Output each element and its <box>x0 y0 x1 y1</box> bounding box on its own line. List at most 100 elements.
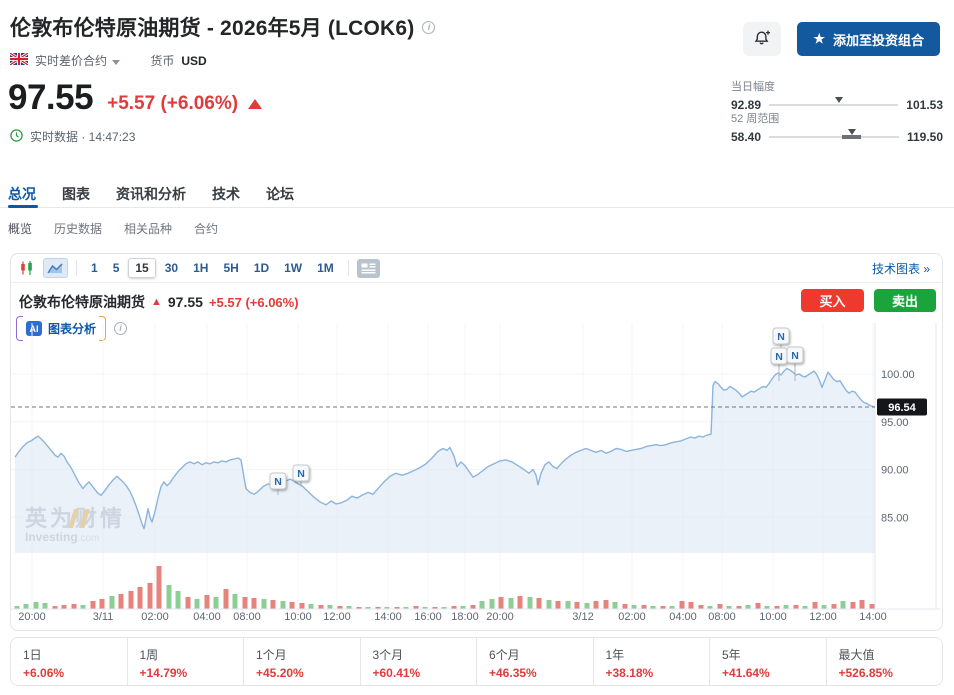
perf-cell-1w: 1周 +14.79% <box>127 638 244 685</box>
chart-toolbar: 1 5 15 30 1H 5H 1D 1W 1M <box>11 254 942 283</box>
interval-15[interactable]: 15 <box>128 258 155 278</box>
svg-text:10:00: 10:00 <box>284 611 312 623</box>
volume-bars <box>15 566 875 609</box>
technical-chart-link[interactable]: 技术图表 » <box>872 260 934 277</box>
week52-range-label: 52 周范围 <box>731 110 943 126</box>
x-axis-labels: 20:003/1102:0004:0008:0010:0012:0014:001… <box>18 611 887 623</box>
price-chart[interactable]: 英为财情Investing.com100.0095.0090.0085.0096… <box>11 323 942 631</box>
sub-tabs: 概览 历史数据 相关品种 合约 <box>8 220 218 237</box>
svg-text:100.00: 100.00 <box>881 369 915 381</box>
svg-text:90.00: 90.00 <box>881 465 909 477</box>
subtab-historical-data[interactable]: 历史数据 <box>54 220 102 237</box>
alert-bell-button[interactable] <box>743 22 781 56</box>
svg-text:20:00: 20:00 <box>486 611 514 623</box>
interval-1m[interactable]: 1M <box>311 259 340 277</box>
news-marker[interactable]: N <box>293 465 309 481</box>
subtab-summary[interactable]: 概览 <box>8 220 32 237</box>
title-info-icon[interactable]: i <box>422 21 435 34</box>
status-row: 实时数据 · 14:47:23 <box>10 128 135 145</box>
news-marker[interactable]: N <box>771 348 787 364</box>
interval-1d[interactable]: 1D <box>248 259 275 277</box>
tab-forum[interactable]: 论坛 <box>266 184 294 204</box>
last-price: 97.55 <box>8 78 93 118</box>
perf-cell-1y: 1年 +38.18% <box>593 638 710 685</box>
week52-range-block: 52 周范围 58.40 119.50 <box>731 110 943 144</box>
instrument-type-label: 实时差价合约 <box>35 54 107 68</box>
interval-1w[interactable]: 1W <box>278 259 308 277</box>
news-marker[interactable]: N <box>787 347 803 363</box>
perf-cell-1m: 1个月 +45.20% <box>243 638 360 685</box>
sell-button[interactable]: 卖出 <box>874 289 936 312</box>
interval-selector: 1 5 15 30 1H 5H 1D 1W 1M <box>85 258 340 278</box>
day-range-label: 当日幅度 <box>731 78 943 94</box>
chevron-down-icon <box>112 60 120 65</box>
add-to-portfolio-button[interactable]: ★ 添加至投资组合 <box>797 22 940 56</box>
clock-icon <box>10 129 23 145</box>
svg-text:08:00: 08:00 <box>708 611 736 623</box>
page-title: 伦敦布伦特原油期货 - 2026年5月 (LCOK6) <box>10 12 414 42</box>
candlestick-chart-icon[interactable] <box>19 260 35 276</box>
svg-text:N: N <box>791 350 799 362</box>
perf-cell-5y: 5年 +41.64% <box>709 638 826 685</box>
star-icon: ★ <box>813 31 825 47</box>
svg-text:3/12: 3/12 <box>572 611 593 623</box>
area-chart-icon[interactable] <box>43 258 68 278</box>
svg-text:12:00: 12:00 <box>809 611 837 623</box>
interval-1[interactable]: 1 <box>85 259 104 277</box>
day-range-block: 当日幅度 92.89 101.53 <box>731 78 943 112</box>
subtab-contracts[interactable]: 合约 <box>194 220 218 237</box>
interval-30[interactable]: 30 <box>159 259 184 277</box>
svg-text:N: N <box>777 331 785 343</box>
svg-text:08:00: 08:00 <box>233 611 261 623</box>
chart-card: 1 5 15 30 1H 5H 1D 1W 1M <box>10 253 943 631</box>
quote-page: 伦敦布伦特原油期货 - 2026年5月 (LCOK6) i ★ 添加至投资组合 <box>0 0 954 695</box>
svg-text:04:00: 04:00 <box>669 611 697 623</box>
currency-label: 货币 <box>150 52 174 69</box>
svg-text:N: N <box>274 476 282 488</box>
performance-strip: 1日 +6.06% 1周 +14.79% 1个月 +45.20% 3个月 +60… <box>10 637 943 686</box>
day-range-marker-icon <box>835 97 843 103</box>
week52-range-marker-icon <box>848 129 856 135</box>
tab-news-analysis[interactable]: 资讯和分析 <box>116 184 186 204</box>
perf-cell-max: 最大值 +526.85% <box>826 638 943 685</box>
y-axis-labels: 100.0095.0090.0085.00 <box>881 369 915 524</box>
chart-price: 97.55 <box>168 294 203 310</box>
svg-text:N: N <box>775 351 783 363</box>
svg-text:02:00: 02:00 <box>618 611 646 623</box>
toolbar-divider <box>348 260 349 276</box>
week52-range-band <box>842 135 861 139</box>
day-range-track <box>769 104 898 106</box>
buy-button[interactable]: 买入 <box>801 289 864 312</box>
tabs-divider <box>0 207 954 208</box>
svg-text:04:00: 04:00 <box>193 611 221 623</box>
news-marker[interactable]: N <box>270 473 286 489</box>
tab-overview[interactable]: 总况 <box>8 184 36 204</box>
svg-text:12:00: 12:00 <box>323 611 351 623</box>
svg-text:16:00: 16:00 <box>414 611 442 623</box>
svg-text:14:00: 14:00 <box>859 611 887 623</box>
perf-cell-6m: 6个月 +46.35% <box>476 638 593 685</box>
current-price-tag: 96.54 <box>877 399 927 416</box>
svg-text:10:00: 10:00 <box>759 611 787 623</box>
tab-technical[interactable]: 技术 <box>212 184 240 204</box>
tab-chart[interactable]: 图表 <box>62 184 90 204</box>
svg-text:85.00: 85.00 <box>881 512 909 524</box>
week52-range-track <box>769 136 899 138</box>
instrument-type-dropdown[interactable]: 实时差价合约 <box>35 52 120 69</box>
svg-text:14:00: 14:00 <box>374 611 402 623</box>
perf-cell-1d: 1日 +6.06% <box>11 638 127 685</box>
interval-5h[interactable]: 5H <box>217 259 244 277</box>
svg-text:18:00: 18:00 <box>451 611 479 623</box>
interval-5[interactable]: 5 <box>107 259 126 277</box>
svg-text:20:00: 20:00 <box>18 611 46 623</box>
subtab-related-instruments[interactable]: 相关品种 <box>124 220 172 237</box>
main-tabs: 总况 图表 资讯和分析 技术 论坛 <box>0 184 954 208</box>
news-marker[interactable]: N <box>773 328 789 344</box>
interval-1h[interactable]: 1H <box>187 259 214 277</box>
trade-buttons: 买入 卖出 <box>801 289 936 312</box>
price-area-fill <box>15 368 875 553</box>
week52-range-high: 119.50 <box>907 130 943 144</box>
news-panel-icon[interactable] <box>357 259 380 278</box>
header-actions: ★ 添加至投资组合 <box>743 22 940 56</box>
week52-range-low: 58.40 <box>731 130 761 144</box>
